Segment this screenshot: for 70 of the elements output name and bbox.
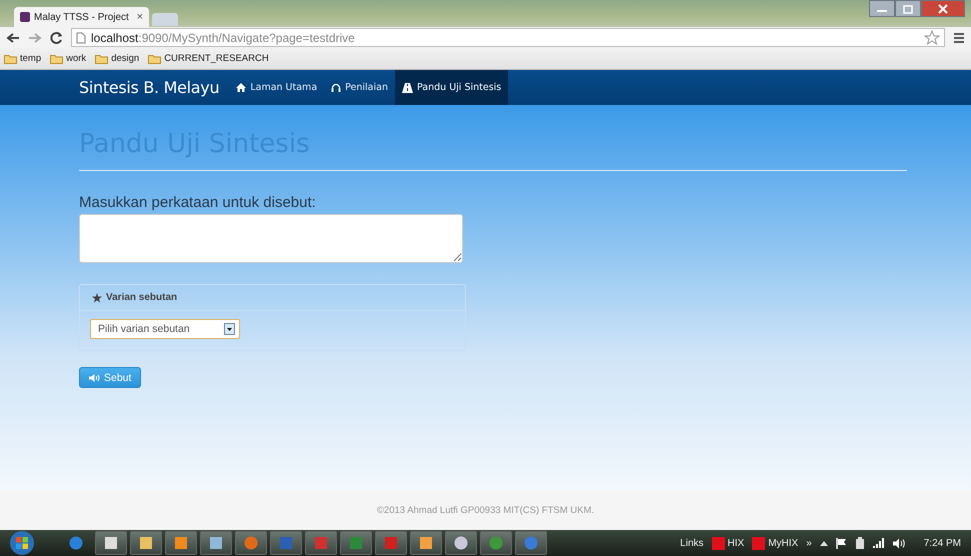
back-icon[interactable] <box>6 32 20 44</box>
home-icon <box>236 83 246 92</box>
browser-tab[interactable]: Malay TTSS - Project × <box>14 7 149 27</box>
speaker-icon <box>89 374 100 382</box>
taskbar-button[interactable] <box>200 531 232 555</box>
app-icon <box>419 536 433 550</box>
footer-text: ©2013 Ahmad Lutfi GP00933 MIT(CS) FTSM UKM. <box>376 504 594 516</box>
bookmark-folder[interactable]: design <box>95 53 140 64</box>
show-hidden-icons[interactable] <box>820 540 828 546</box>
more-chevron[interactable]: » <box>806 538 812 548</box>
signal-icon[interactable] <box>872 538 885 548</box>
app-icon <box>139 536 153 550</box>
taskbar-button[interactable] <box>410 531 442 555</box>
app-icon <box>524 536 538 550</box>
minimize-button[interactable] <box>869 0 895 17</box>
bootstrap-icon <box>20 12 30 22</box>
menu-icon[interactable] <box>953 32 965 44</box>
bookmark-folder[interactable]: temp <box>4 53 42 64</box>
input-label: Masukkan perkataan untuk disebut: <box>79 194 317 211</box>
app-icon <box>314 536 328 550</box>
tab-title: Malay TTSS - Project <box>34 12 130 22</box>
app-icon <box>279 536 293 550</box>
folder-icon <box>95 54 108 64</box>
headphones-icon <box>331 83 342 92</box>
road-icon <box>402 82 413 92</box>
nav-link[interactable]: Laman Utama <box>229 70 324 105</box>
app-icon <box>454 536 468 550</box>
app-icon <box>244 536 258 550</box>
taskbar-button[interactable] <box>130 531 162 555</box>
flag-icon[interactable] <box>836 538 847 548</box>
close-icon <box>937 4 949 14</box>
volume-icon[interactable] <box>892 538 906 548</box>
app-icon <box>349 536 363 550</box>
page-icon <box>76 32 86 44</box>
variant-dropdown[interactable]: Pilih varian sebutan <box>90 319 240 339</box>
windows-logo-icon <box>9 530 35 556</box>
close-button[interactable] <box>921 0 965 17</box>
nav-link[interactable]: Pandu Uji Sintesis <box>394 70 508 105</box>
text-input-field[interactable] <box>79 214 463 263</box>
bookmark-star-icon[interactable] <box>924 30 940 45</box>
panel-title: Varian sebutan <box>106 292 178 303</box>
folder-icon <box>50 54 64 64</box>
app-icon <box>384 536 398 550</box>
address-bar[interactable]: localhost:9090/MySynth/Navigate?page=testdrive <box>71 28 945 47</box>
taskbar-button[interactable] <box>445 531 477 555</box>
app-icon <box>69 536 83 550</box>
restore-button[interactable] <box>895 0 921 17</box>
clock[interactable]: 7:24 PM <box>924 538 961 548</box>
nav-link[interactable]: Penilaian <box>324 70 395 105</box>
app-icon <box>104 536 118 550</box>
links-toolbar-label[interactable]: Links <box>680 538 704 548</box>
toolbar-link[interactable]: MyHIX <box>752 536 798 550</box>
folder-icon <box>4 54 17 64</box>
app-icon <box>712 536 725 550</box>
taskbar-button[interactable] <box>165 531 197 555</box>
app-icon <box>174 536 188 550</box>
brand-link[interactable]: Sintesis B. Melayu <box>79 78 220 97</box>
app-icon <box>489 536 503 550</box>
bookmark-folder[interactable]: CURRENT_RESEARCH <box>148 53 269 64</box>
app-icon <box>752 536 766 550</box>
taskbar-button[interactable] <box>235 531 267 555</box>
app-icon <box>209 536 223 550</box>
restore-icon <box>902 4 914 14</box>
reload-icon[interactable] <box>50 31 63 44</box>
close-tab-button[interactable]: × <box>136 11 143 23</box>
star-icon <box>92 292 102 302</box>
bookmark-folder[interactable]: work <box>50 53 86 64</box>
folder-icon <box>148 54 162 64</box>
toolbar-link[interactable]: HIX <box>712 536 744 550</box>
taskbar-button[interactable] <box>95 531 127 555</box>
